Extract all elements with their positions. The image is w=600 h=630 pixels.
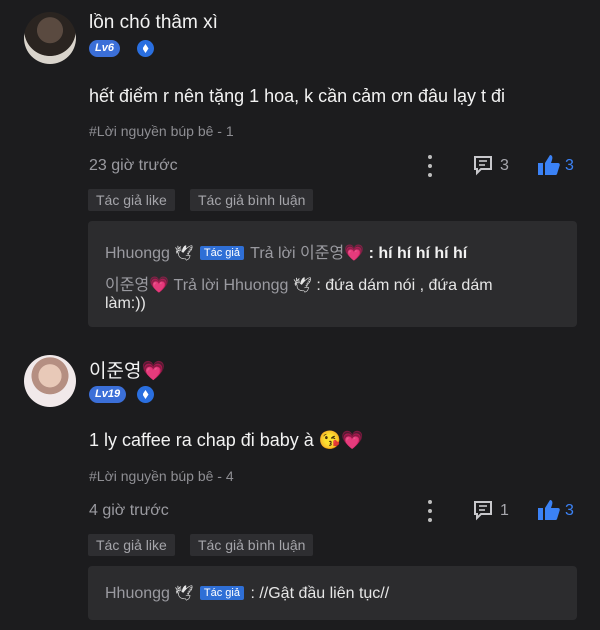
- level-badge: Lv6: [89, 40, 120, 57]
- author-comment-chip: Tác giả bình luận: [190, 189, 314, 211]
- thumbs-up-icon[interactable]: [537, 154, 561, 176]
- more-vertical-icon[interactable]: [427, 500, 433, 522]
- comment-text: hết điểm r nên tặng 1 hoa, k cần cảm ơn …: [89, 86, 506, 106]
- kiss-emoji: 😘: [318, 430, 342, 450]
- author-like-chip: Tác giả like: [88, 534, 175, 556]
- dove-icon: 🕊: [174, 585, 194, 602]
- gem-badge-icon: [137, 386, 154, 403]
- reply-message: làm:)): [105, 295, 146, 312]
- replies-box[interactable]: Hhuongg 🕊 Tác giả : //Gật đầu liên tục//: [88, 566, 577, 620]
- reply-line[interactable]: Hhuongg 🕊 Tác giả Trả lời 이준영💗 : hí hí h…: [105, 239, 467, 263]
- username-text[interactable]: 이준영: [89, 361, 141, 382]
- timestamp: 23 giờ trước: [89, 157, 178, 174]
- heart-emoji: 💗: [344, 245, 365, 262]
- reply-message: : đứa dám nói , đứa dám: [316, 277, 493, 294]
- reply-target[interactable]: Hhuongg: [223, 277, 288, 294]
- comment-icon[interactable]: [472, 499, 494, 521]
- reply-verb: Trả lời: [173, 277, 219, 294]
- replies-box[interactable]: Hhuongg 🕊 Tác giả Trả lời 이준영💗 : hí hí h…: [88, 221, 577, 327]
- comment-count: 3: [500, 157, 509, 174]
- timestamp: 4 giờ trước: [89, 502, 169, 519]
- avatar[interactable]: [24, 12, 76, 64]
- avatar[interactable]: [24, 355, 76, 407]
- author-comment-chip: Tác giả bình luận: [190, 534, 314, 556]
- author-badge: Tác giả: [199, 586, 244, 600]
- chapter-tag[interactable]: #Lời nguyền búp bê - 1: [89, 123, 234, 139]
- level-badge: Lv19: [89, 386, 127, 403]
- author-badge: Tác giả: [199, 246, 244, 260]
- more-vertical-icon[interactable]: [427, 155, 433, 177]
- comment-text-body: 1 ly caffee ra chap đi baby à: [89, 430, 314, 450]
- reply-message-continued: làm:)): [105, 295, 146, 313]
- comment-count: 1: [500, 502, 509, 519]
- username[interactable]: 이준영💗: [89, 356, 165, 383]
- username[interactable]: lồn chó thâm xì: [89, 12, 218, 34]
- like-count: 3: [565, 502, 574, 519]
- reply-verb: Trả lời: [250, 245, 296, 262]
- author-like-chip: Tác giả like: [88, 189, 175, 211]
- comment-text: 1 ly caffee ra chap đi baby à 😘💗: [89, 430, 364, 451]
- chapter-tag[interactable]: #Lời nguyền búp bê - 4: [89, 468, 234, 484]
- reply-author[interactable]: 이준영: [105, 277, 149, 294]
- heart-emoji: 💗: [141, 361, 166, 382]
- heart-emoji: 💗: [149, 277, 170, 294]
- reply-author[interactable]: Hhuongg: [105, 245, 170, 262]
- thumbs-up-icon[interactable]: [537, 499, 561, 521]
- reply-target[interactable]: 이준영: [300, 245, 344, 262]
- comment-icon[interactable]: [472, 154, 494, 176]
- gem-badge-icon: [137, 40, 154, 57]
- reply-line[interactable]: Hhuongg 🕊 Tác giả : //Gật đầu liên tục//: [105, 584, 389, 603]
- reply-message: : hí hí hí hí hí: [368, 245, 468, 262]
- reply-line[interactable]: 이준영💗 Trả lời Hhuongg 🕊 : đứa dám nói , đ…: [105, 271, 493, 295]
- heart-emoji: 💗: [341, 430, 364, 450]
- dove-icon: 🕊: [292, 277, 312, 294]
- reply-message: : //Gật đầu liên tục//: [250, 585, 390, 602]
- like-count: 3: [565, 157, 574, 174]
- reply-author[interactable]: Hhuongg: [105, 585, 170, 602]
- dove-icon: 🕊: [174, 245, 194, 262]
